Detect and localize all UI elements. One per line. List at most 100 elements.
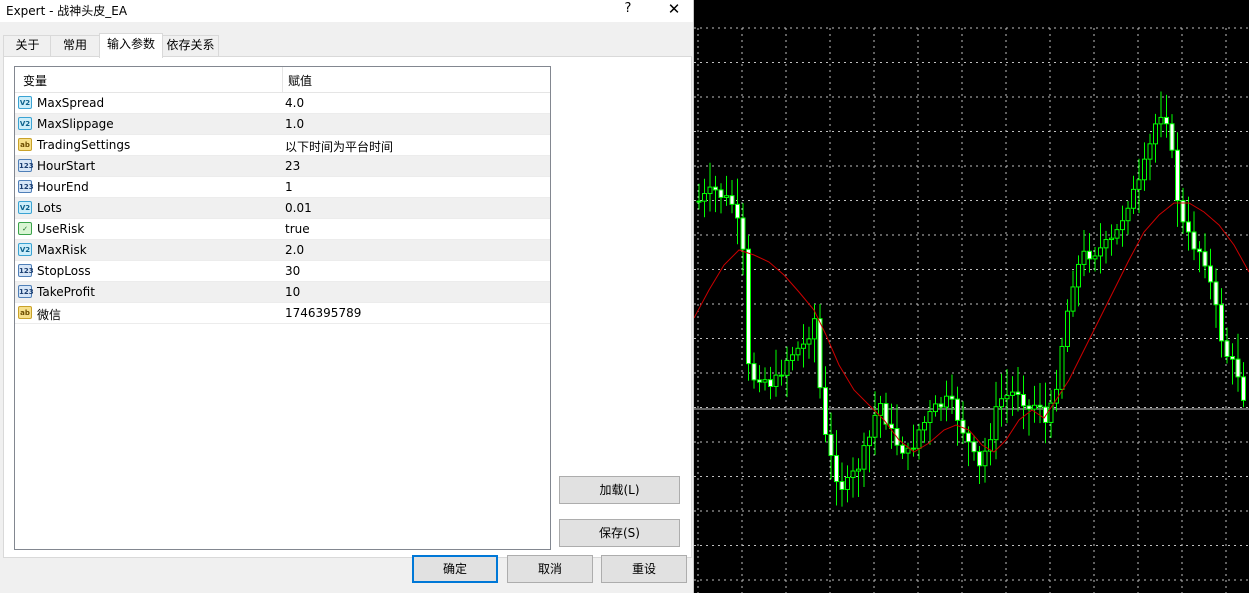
parameter-value[interactable]: 1 <box>285 180 293 194</box>
parameter-row[interactable]: 123 TakeProfit 10 <box>15 282 550 303</box>
column-separator[interactable] <box>282 67 283 92</box>
candle-body <box>784 359 790 376</box>
cancel-button[interactable]: 取消 <box>507 555 593 583</box>
candle-body <box>812 318 817 340</box>
integer-icon: 123 <box>18 285 34 298</box>
candle-body <box>1219 304 1224 342</box>
candle-body <box>762 379 768 383</box>
candle-body <box>790 354 795 361</box>
candle-body <box>751 363 757 381</box>
candle-body <box>1230 356 1235 360</box>
candle-body <box>1191 231 1197 250</box>
candle-body <box>1021 394 1026 407</box>
candle-body <box>1125 207 1131 222</box>
candle-body <box>966 432 971 443</box>
parameter-row[interactable]: V2 MaxSlippage 1.0 <box>15 114 550 135</box>
candle-body <box>735 203 740 219</box>
parameter-value[interactable]: 2.0 <box>285 243 304 257</box>
tab-inputs[interactable]: 输入参数 <box>99 33 163 58</box>
candle-body <box>850 470 856 479</box>
parameter-name: MaxSpread <box>37 96 105 110</box>
parameter-value[interactable]: 4.0 <box>285 96 304 110</box>
candle-body <box>1087 250 1092 260</box>
variable-double-icon: V2 <box>18 117 32 130</box>
parameter-row[interactable]: V2 MaxSpread 4.0 <box>15 93 550 114</box>
boolean-icon: ✓ <box>18 222 32 235</box>
parameter-value[interactable]: 1.0 <box>285 117 304 131</box>
candle-body <box>938 403 944 408</box>
close-button[interactable]: ✕ <box>660 0 688 20</box>
candle-body <box>1032 404 1037 410</box>
candle-body <box>1015 391 1021 396</box>
candle-body <box>856 468 861 472</box>
variable-double-icon: V2 <box>18 243 32 256</box>
candle-body <box>982 450 988 467</box>
candle-body <box>1081 250 1087 265</box>
tab-about[interactable]: 关于 <box>3 35 52 56</box>
candle-body <box>1131 188 1136 209</box>
candle-body <box>757 379 762 383</box>
column-header-value[interactable]: 赋值 <box>288 72 312 89</box>
candle-body <box>1235 358 1241 378</box>
parameter-row[interactable]: V2 Lots 0.01 <box>15 198 550 219</box>
load-button[interactable]: 加载(L) <box>559 476 680 504</box>
candle-body <box>702 193 707 202</box>
candle-body <box>845 477 850 490</box>
candle-body <box>944 395 949 408</box>
string-icon: ab <box>18 306 32 319</box>
candle-body <box>806 338 812 345</box>
candle-body <box>1147 143 1153 160</box>
candle-body <box>993 406 999 441</box>
parameter-row[interactable]: ab 微信 1746395789 <box>15 303 550 324</box>
reset-button[interactable]: 重设 <box>601 555 687 583</box>
parameter-row[interactable]: 123 StopLoss 30 <box>15 261 550 282</box>
grid-header: 变量 赋值 <box>15 67 550 93</box>
parameter-name: UseRisk <box>37 222 85 236</box>
candle-body <box>1224 340 1230 358</box>
candle-body <box>1136 179 1142 190</box>
variable-double-icon: V2 <box>18 96 32 109</box>
candle-body <box>878 403 883 416</box>
parameter-value[interactable]: 10 <box>285 285 300 299</box>
candle-body <box>977 451 982 467</box>
parameter-value[interactable]: 0.01 <box>285 201 312 215</box>
candle-body <box>707 186 713 195</box>
candle-body <box>1158 116 1164 125</box>
parameter-row[interactable]: ✓ UseRisk true <box>15 219 550 240</box>
price-chart[interactable] <box>694 0 1249 593</box>
parameter-value[interactable]: true <box>285 222 310 236</box>
ok-button[interactable]: 确定 <box>412 555 498 583</box>
candle-body <box>1180 200 1186 223</box>
help-button[interactable]: ? <box>616 0 640 20</box>
column-header-variable[interactable]: 变量 <box>23 72 47 89</box>
candle-body <box>839 481 845 490</box>
parameter-value[interactable]: 30 <box>285 264 300 278</box>
candle-body <box>718 189 724 198</box>
tab-common[interactable]: 常用 <box>50 35 100 56</box>
parameter-row[interactable]: ab TradingSettings 以下时间为平台时间 <box>15 135 550 156</box>
candle-body <box>1202 251 1208 267</box>
candle-body <box>867 436 872 447</box>
candle-body <box>779 374 784 377</box>
candle-body <box>872 414 878 438</box>
tab-dependencies[interactable]: 依存关系 <box>162 35 219 56</box>
parameter-row[interactable]: V2 MaxRisk 2.0 <box>15 240 550 261</box>
parameter-value[interactable]: 1746395789 <box>285 306 361 320</box>
parameter-name: StopLoss <box>37 264 91 278</box>
candle-body <box>1153 123 1158 145</box>
input-parameters-grid[interactable]: 变量 赋值 V2 MaxSpread 4.0 V2 MaxSlippage 1.… <box>14 66 551 550</box>
candle-body <box>773 374 779 387</box>
chart-background <box>694 0 1249 593</box>
candle-body <box>713 186 718 191</box>
parameter-value[interactable]: 23 <box>285 159 300 173</box>
candle-body <box>955 398 960 421</box>
integer-icon: 123 <box>18 180 34 193</box>
candle-body <box>834 455 839 483</box>
candle-body <box>801 343 806 349</box>
candle-body <box>911 447 916 450</box>
parameter-row[interactable]: 123 HourStart 23 <box>15 156 550 177</box>
parameter-row[interactable]: 123 HourEnd 1 <box>15 177 550 198</box>
parameter-value[interactable]: 以下时间为平台时间 <box>285 138 393 155</box>
candle-body <box>828 433 834 457</box>
save-button[interactable]: 保存(S) <box>559 519 680 547</box>
